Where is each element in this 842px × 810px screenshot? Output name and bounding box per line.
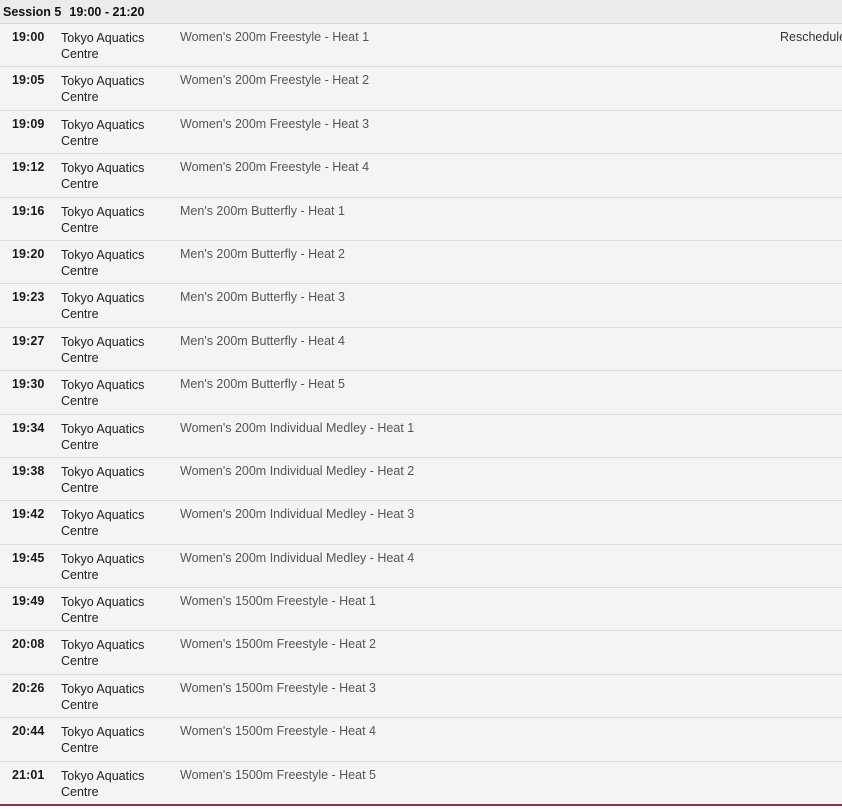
row-event: Women's 200m Individual Medley - Heat 2 [180,463,415,478]
schedule-row[interactable]: 19:20 Tokyo Aquatics Centre Men's 200m B… [0,240,842,285]
row-venue: Tokyo Aquatics Centre [61,681,145,712]
row-event: Women's 200m Individual Medley - Heat 1 [180,420,415,435]
row-event: Women's 1500m Freestyle - Heat 2 [180,637,376,652]
row-venue: Tokyo Aquatics Centre [61,464,145,495]
row-venue: Tokyo Aquatics Centre [61,31,145,61]
schedule-row[interactable]: 19:27 Tokyo Aquatics Centre Men's 200m B… [0,327,842,372]
row-time: 19:05 [12,73,45,88]
schedule-row[interactable]: 20:44 Tokyo Aquatics Centre Women's 1500… [0,718,842,762]
schedule-row[interactable]: 19:12 Tokyo Aquatics Centre Women's 200m… [0,154,842,198]
schedule-row[interactable]: 20:26 Tokyo Aquatics Centre Women's 1500… [0,674,842,719]
schedule-row[interactable]: 19:16 Tokyo Aquatics Centre Men's 200m B… [0,197,842,241]
row-time: 19:16 [12,203,45,218]
row-event: Women's 200m Individual Medley - Heat 3 [180,507,415,522]
row-event: Men's 200m Butterfly - Heat 5 [180,377,345,392]
row-venue: Tokyo Aquatics Centre [61,638,145,669]
row-event: Women's 1500m Freestyle - Heat 3 [180,680,376,695]
session-label: Session 5 [3,4,62,19]
session-header: Session 5 19:00 - 21:20 [0,0,842,24]
row-event: Women's 1500m Freestyle - Heat 5 [180,767,376,782]
session-time-range: 19:00 - 21:20 [69,4,145,19]
schedule-row[interactable]: 19:09 Tokyo Aquatics Centre Women's 200m… [0,110,842,155]
schedule-row[interactable]: 19:05 Tokyo Aquatics Centre Women's 200m… [0,67,842,111]
row-time: 20:44 [12,724,45,739]
row-time: 19:09 [12,116,45,131]
row-venue: Tokyo Aquatics Centre [61,204,145,235]
row-venue: Tokyo Aquatics Centre [61,508,145,539]
row-time: 19:45 [12,550,45,565]
row-time: 20:08 [12,637,45,652]
schedule-row[interactable]: 19:30 Tokyo Aquatics Centre Men's 200m B… [0,371,842,415]
row-venue: Tokyo Aquatics Centre [61,378,145,409]
row-venue: Tokyo Aquatics Centre [61,725,145,756]
row-time: 19:00 [12,30,45,44]
row-time: 21:01 [12,767,45,782]
row-venue: Tokyo Aquatics Centre [61,247,145,278]
row-event: Women's 200m Freestyle - Heat 1 [180,30,370,44]
schedule-row[interactable]: 21:01 Tokyo Aquatics Centre Women's 1500… [0,761,842,806]
schedule-row[interactable]: 20:08 Tokyo Aquatics Centre Women's 1500… [0,631,842,675]
row-time: 19:12 [12,160,45,175]
row-event: Men's 200m Butterfly - Heat 3 [180,290,345,305]
bottom-accent-line [0,804,842,806]
row-event: Men's 200m Butterfly - Heat 1 [180,203,345,218]
schedule-row[interactable]: 19:23 Tokyo Aquatics Centre Men's 200m B… [0,284,842,328]
schedule-row[interactable]: 19:49 Tokyo Aquatics Centre Women's 1500… [0,588,842,632]
row-event: Women's 200m Freestyle - Heat 2 [180,73,370,88]
row-venue: Tokyo Aquatics Centre [61,421,145,452]
row-time: 19:42 [12,507,45,522]
row-event: Men's 200m Butterfly - Heat 4 [180,333,345,348]
schedule-row[interactable]: 19:45 Tokyo Aquatics Centre Women's 200m… [0,544,842,589]
schedule-row[interactable]: 19:38 Tokyo Aquatics Centre Women's 200m… [0,457,842,502]
row-status: Reschedule [780,30,842,44]
row-venue: Tokyo Aquatics Centre [61,334,145,365]
row-venue: Tokyo Aquatics Centre [61,291,145,322]
row-time: 19:49 [12,594,45,609]
row-event: Women's 200m Freestyle - Heat 4 [180,160,370,175]
row-time: 19:38 [12,463,45,478]
row-venue: Tokyo Aquatics Centre [61,74,145,105]
row-event: Women's 200m Freestyle - Heat 3 [180,116,370,131]
schedule-row[interactable]: 19:34 Tokyo Aquatics Centre Women's 200m… [0,414,842,458]
row-time: 19:27 [12,333,45,348]
schedule-row[interactable]: 19:00 Tokyo Aquatics Centre Women's 200m… [0,24,842,68]
row-time: 19:23 [12,290,45,305]
row-venue: Tokyo Aquatics Centre [61,551,145,582]
row-event: Women's 1500m Freestyle - Heat 1 [180,594,376,609]
row-time: 20:26 [12,680,45,695]
row-time: 19:20 [12,246,45,261]
row-event: Women's 200m Individual Medley - Heat 4 [180,550,415,565]
row-event: Women's 1500m Freestyle - Heat 4 [180,724,376,739]
row-venue: Tokyo Aquatics Centre [61,117,145,148]
row-time: 19:30 [12,377,45,392]
row-venue: Tokyo Aquatics Centre [61,161,145,192]
schedule-row[interactable]: 19:42 Tokyo Aquatics Centre Women's 200m… [0,501,842,545]
row-venue: Tokyo Aquatics Centre [61,595,145,626]
row-event: Men's 200m Butterfly - Heat 2 [180,246,345,261]
row-venue: Tokyo Aquatics Centre [61,768,145,799]
row-time: 19:34 [12,420,45,435]
schedule-list: 19:00 Tokyo Aquatics Centre Women's 200m… [0,24,842,806]
